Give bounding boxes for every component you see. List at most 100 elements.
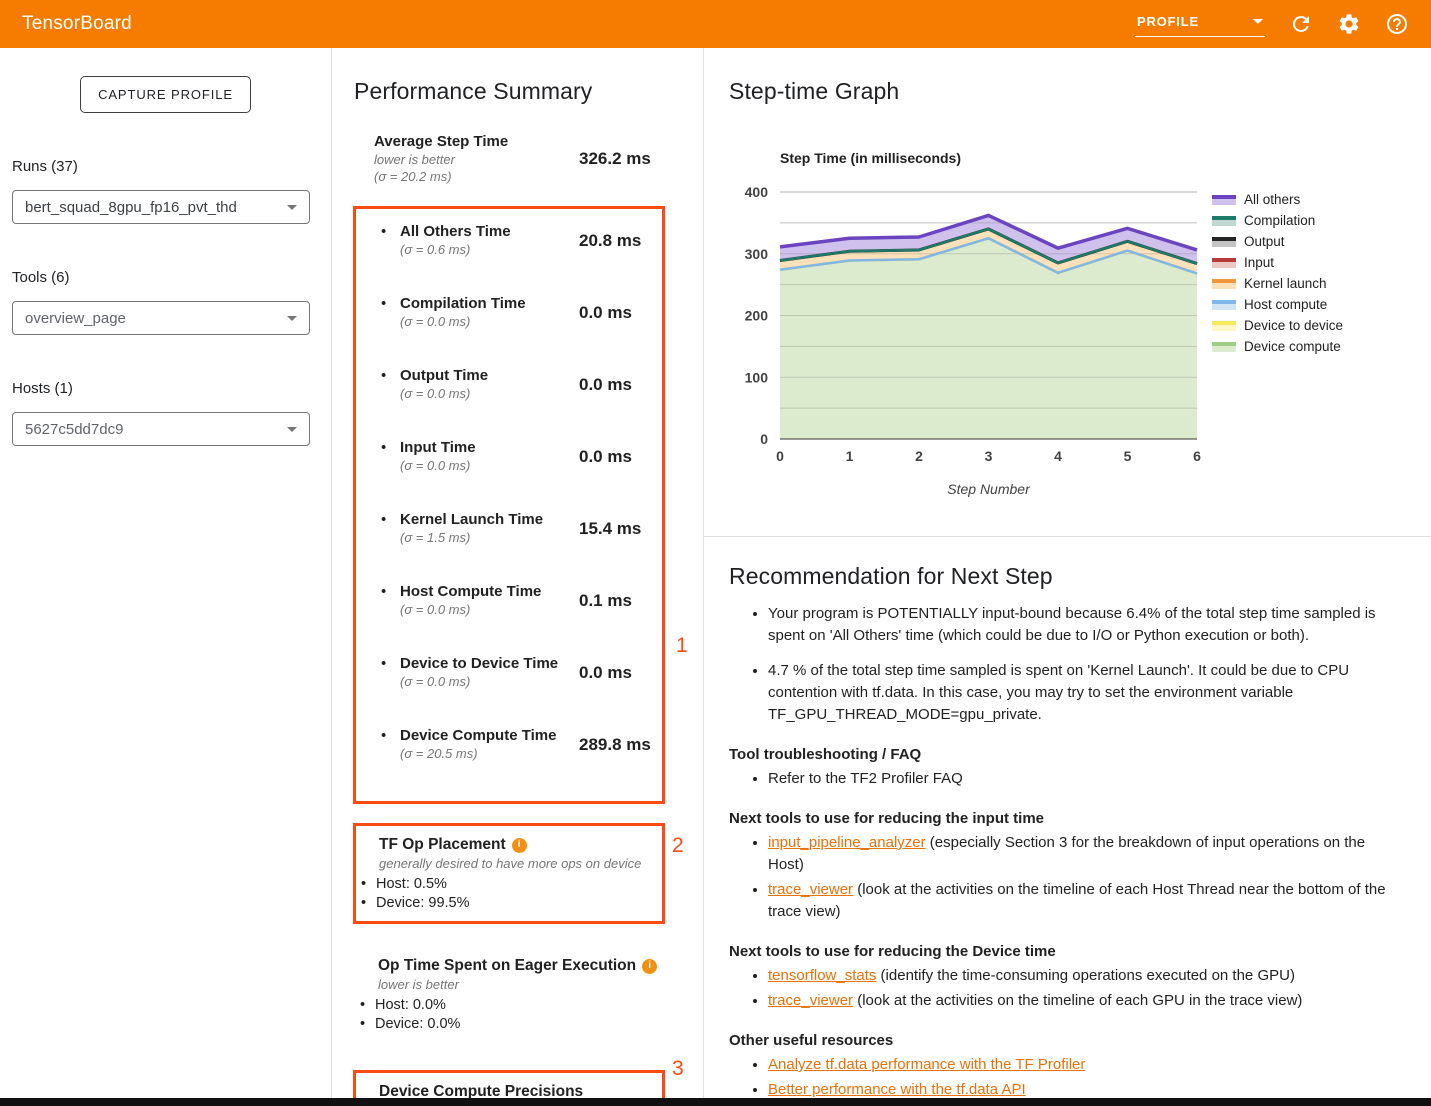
x-tick-label: 0	[776, 448, 784, 464]
chevron-down-icon	[287, 316, 297, 321]
tf-op-placement-note: generally desired to have more ops on de…	[379, 855, 662, 872]
x-axis-title: Step Number	[947, 481, 1031, 497]
breakdown-value: 15.4 ms	[579, 519, 641, 539]
main-content: CAPTURE PROFILE Runs (37) bert_squad_8gp…	[0, 48, 1431, 1106]
chevron-down-icon	[1253, 19, 1263, 24]
legend-item: Input	[1212, 252, 1343, 273]
list-item: Device: 99.5%	[356, 894, 662, 913]
area-device-compute	[780, 238, 1197, 439]
breakdown-sigma: (σ = 20.5 ms)	[400, 745, 579, 762]
capture-profile-button[interactable]: CAPTURE PROFILE	[80, 76, 251, 113]
breakdown-sigma: (σ = 0.0 ms)	[400, 601, 579, 618]
breakdown-value: 0.1 ms	[579, 591, 632, 611]
breakdown-sigma: (σ = 0.6 ms)	[400, 241, 579, 258]
breakdown-label: Device to Device Time	[400, 655, 579, 673]
breakdown-value: 0.0 ms	[579, 375, 632, 395]
legend-swatch-icon	[1212, 300, 1236, 310]
recommendation-item: Analyze tf.data performance with the TF …	[768, 1054, 1394, 1076]
breakdown-label: All Others Time	[400, 223, 579, 241]
tool-link[interactable]: tensorflow_stats	[768, 967, 876, 984]
tool-link[interactable]: trace_viewer	[768, 881, 853, 898]
legend-item: Host compute	[1212, 294, 1343, 315]
breakdown-sigma: (σ = 0.0 ms)	[400, 313, 579, 330]
average-step-time-note: lower is better	[374, 151, 579, 168]
right-column: Step-time Graph Step Time (in millisecon…	[704, 48, 1431, 1106]
legend-swatch-icon	[1212, 258, 1236, 268]
tool-link[interactable]: Better performance with the tf.data API	[768, 1081, 1026, 1098]
info-icon[interactable]: i	[512, 838, 527, 853]
recommendation-item: trace_viewer (look at the activities on …	[768, 990, 1394, 1012]
list-item: Host: 0.5%	[356, 875, 662, 894]
legend-label: Output	[1244, 234, 1285, 249]
breakdown-label: Compilation Time	[400, 295, 579, 313]
legend-label: Kernel launch	[1244, 276, 1327, 291]
recommendation-group: Next tools to use for reducing the Devic…	[729, 942, 1394, 1012]
legend-swatch-icon	[1212, 342, 1236, 352]
chevron-down-icon	[287, 205, 297, 210]
step-time-graph-title: Step-time Graph	[729, 78, 1431, 105]
x-tick-label: 1	[846, 448, 854, 464]
help-icon[interactable]	[1385, 12, 1409, 36]
dashboard-select[interactable]: PROFILE	[1135, 12, 1265, 37]
tools-select-value: overview_page	[25, 310, 126, 327]
tf-op-placement-title: TF Op Placement	[379, 835, 506, 855]
list-item: 4.7 % of the total step time sampled is …	[768, 660, 1394, 726]
tool-link[interactable]: trace_viewer	[768, 992, 853, 1009]
x-tick-label: 3	[985, 448, 993, 464]
legend-item: Compilation	[1212, 210, 1343, 231]
eager-execution-list: Host: 0.0%Device: 0.0%	[355, 996, 703, 1034]
hosts-label: Hosts (1)	[12, 380, 310, 397]
summary-breakdown-row: Kernel Launch Time(σ = 1.5 ms)15.4 ms	[356, 511, 662, 546]
legend-swatch-icon	[1212, 237, 1236, 247]
breakdown-sigma: (σ = 0.0 ms)	[400, 673, 579, 690]
step-time-chart: 01002003004000123456Step Number	[735, 183, 1205, 503]
reload-icon[interactable]	[1289, 12, 1313, 36]
legend-label: Compilation	[1244, 213, 1315, 228]
list-item: Your program is POTENTIALLY input-bound …	[768, 603, 1394, 647]
info-icon[interactable]: i	[642, 959, 657, 974]
chevron-down-icon	[287, 427, 297, 432]
x-tick-label: 5	[1124, 448, 1132, 464]
hosts-select-value: 5627c5dd7dc9	[25, 421, 123, 438]
legend-label: Input	[1244, 255, 1274, 270]
recommendation-bullets: Your program is POTENTIALLY input-bound …	[729, 603, 1394, 726]
legend-label: All others	[1244, 192, 1300, 207]
legend-item: Output	[1212, 231, 1343, 252]
runs-select-value: bert_squad_8gpu_fp16_pvt_thd	[25, 199, 237, 216]
x-tick-label: 2	[915, 448, 923, 464]
recommendation-group-heading: Next tools to use for reducing the input…	[729, 809, 1394, 829]
app-title: TensorBoard	[22, 13, 132, 35]
average-step-time-label: Average Step Time	[374, 133, 579, 151]
recommendation-item: trace_viewer (look at the activities on …	[768, 879, 1394, 923]
chart-title: Step Time (in milliseconds)	[780, 150, 961, 166]
annotation-1: 1	[676, 634, 688, 658]
tools-select[interactable]: overview_page	[12, 301, 310, 335]
tools-group: Tools (6) overview_page	[0, 269, 331, 335]
recommendation-group: Tool troubleshooting / FAQRefer to the T…	[729, 745, 1394, 790]
legend-swatch-icon	[1212, 195, 1236, 205]
bottom-edge-strip	[0, 1098, 1431, 1106]
breakdown-value: 0.0 ms	[579, 663, 632, 683]
list-item: Host: 0.0%	[355, 996, 703, 1015]
recommendation-item: tensorflow_stats (identify the time-cons…	[768, 965, 1394, 987]
settings-icon[interactable]	[1337, 12, 1361, 36]
eager-execution-note: lower is better	[378, 976, 703, 993]
header-controls: PROFILE	[1135, 12, 1409, 37]
y-tick-label: 100	[745, 369, 769, 385]
tf-op-placement-list: Host: 0.5%Device: 99.5%	[356, 875, 662, 913]
legend-swatch-icon	[1212, 321, 1236, 331]
legend-item: Device to device	[1212, 315, 1343, 336]
average-step-time-row: Average Step Time lower is better (σ = 2…	[354, 133, 703, 185]
recommendation-group-heading: Next tools to use for reducing the Devic…	[729, 942, 1394, 962]
summary-breakdown-row: Compilation Time(σ = 0.0 ms)0.0 ms	[356, 295, 662, 330]
legend-label: Device to device	[1244, 318, 1343, 333]
tool-link[interactable]: Analyze tf.data performance with the TF …	[768, 1056, 1085, 1073]
breakdown-label: Kernel Launch Time	[400, 511, 579, 529]
breakdown-value: 0.0 ms	[579, 447, 632, 467]
summary-breakdown-row: Device to Device Time(σ = 0.0 ms)0.0 ms	[356, 655, 662, 690]
y-tick-label: 200	[745, 308, 769, 324]
tool-link[interactable]: input_pipeline_analyzer	[768, 834, 926, 851]
hosts-select[interactable]: 5627c5dd7dc9	[12, 412, 310, 446]
annotation-3: 3	[672, 1057, 684, 1081]
runs-select[interactable]: bert_squad_8gpu_fp16_pvt_thd	[12, 190, 310, 224]
